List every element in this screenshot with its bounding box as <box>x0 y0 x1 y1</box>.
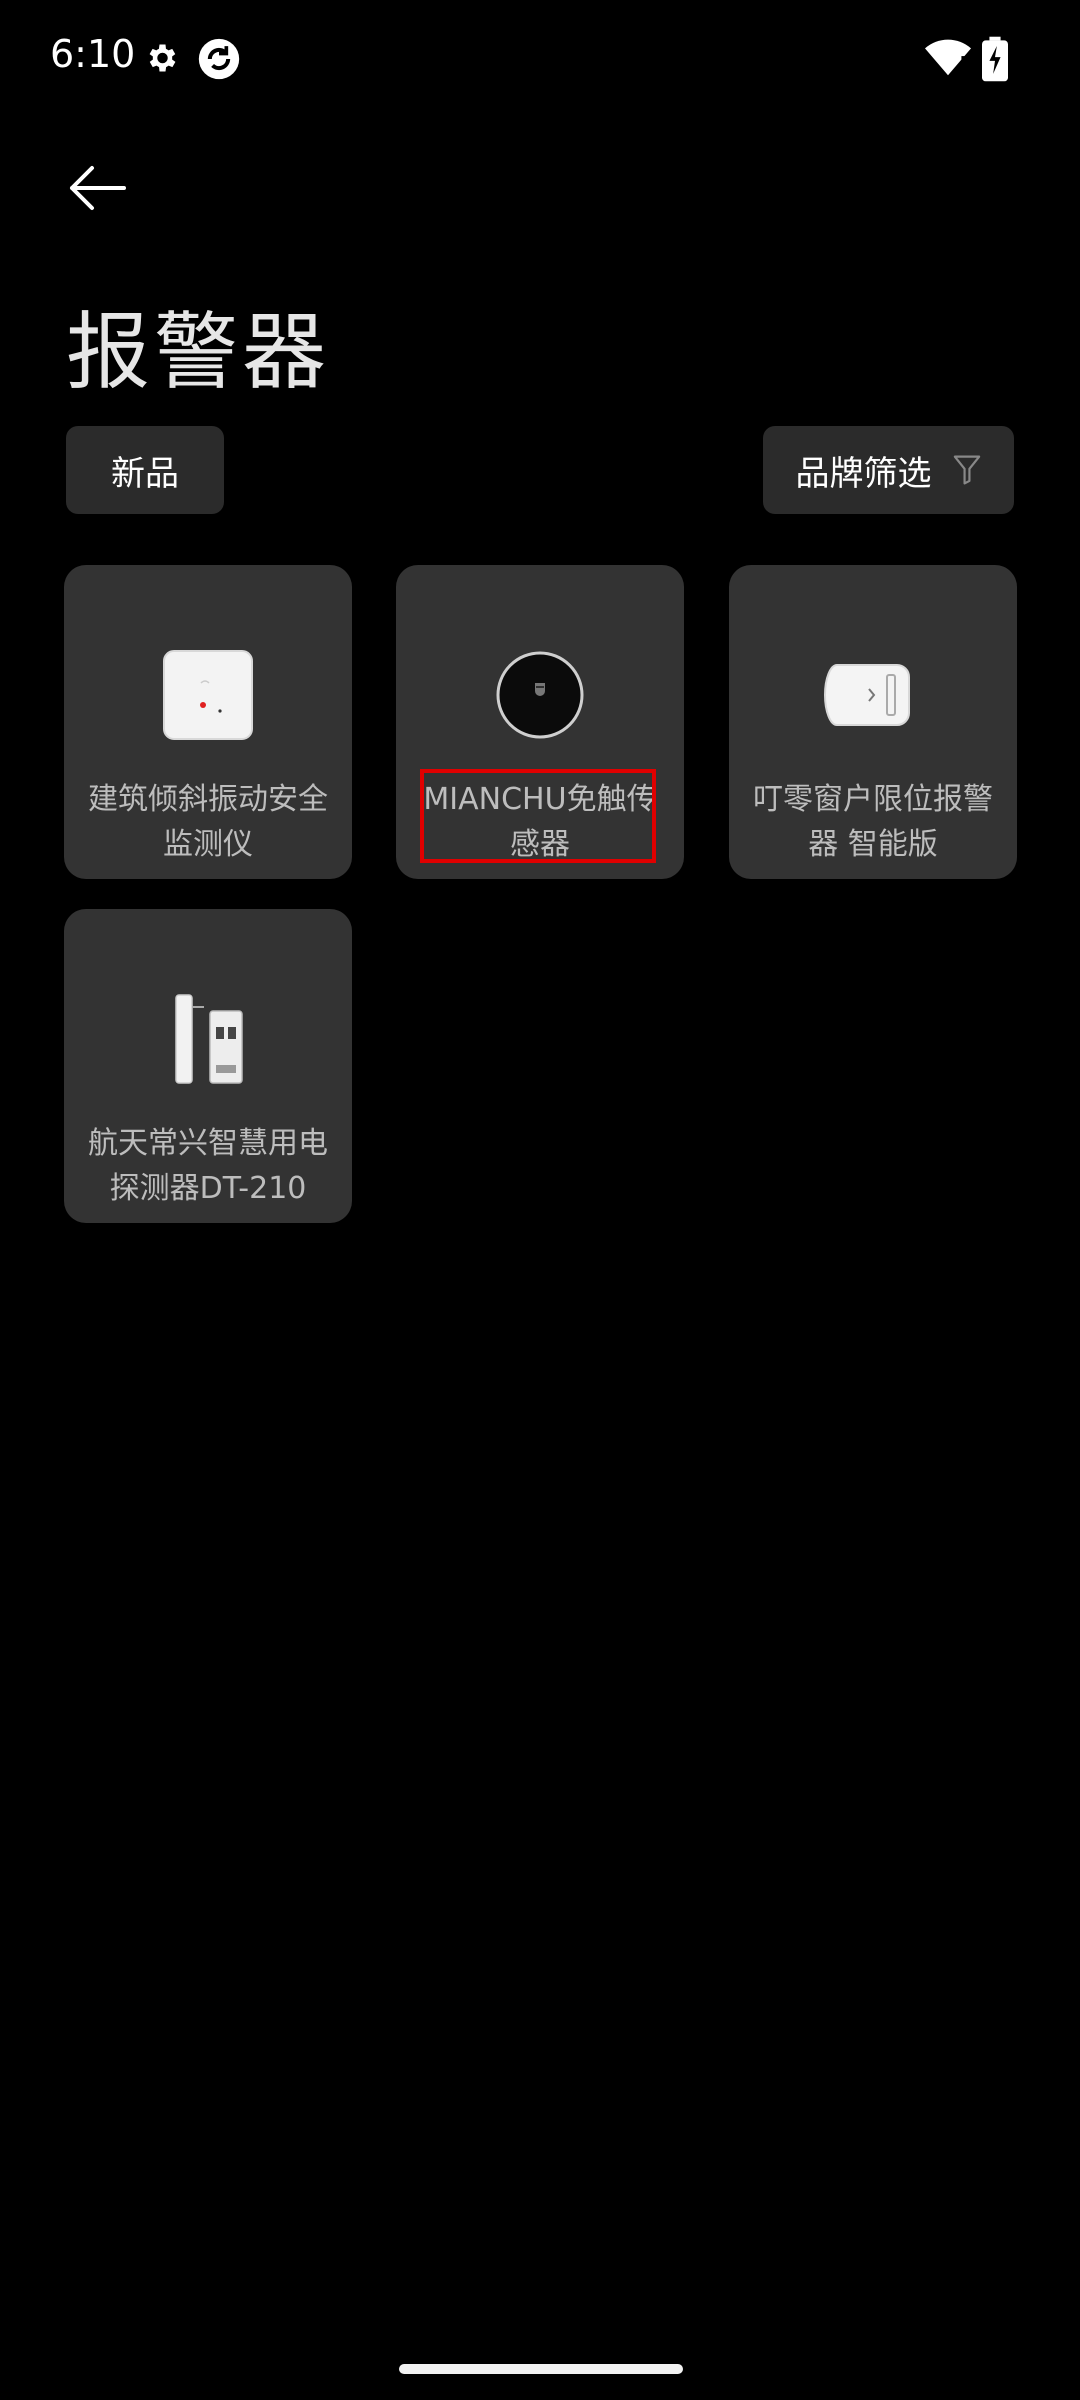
product-card[interactable]: 建筑倾斜振动安全监测仪 <box>64 565 352 879</box>
battery-icon <box>982 36 1008 82</box>
new-products-button[interactable]: 新品 <box>66 426 224 514</box>
sync-icon <box>198 38 240 80</box>
product-card[interactable]: 叮零窗户限位报警器 智能版 <box>729 565 1017 879</box>
product-name: 建筑倾斜振动安全监测仪 <box>88 782 328 862</box>
brand-filter-label: 品牌筛选 <box>795 453 932 494</box>
product-image <box>163 650 253 740</box>
selection-highlight <box>420 769 656 863</box>
home-indicator[interactable] <box>399 2364 683 2374</box>
filter-icon <box>953 455 980 485</box>
status-time: 6:10 <box>50 32 136 76</box>
status-bar: 6:10 <box>0 0 1080 120</box>
back-arrow-icon[interactable] <box>62 158 130 218</box>
product-image <box>175 994 243 1084</box>
page-title: 报警器 <box>66 303 331 401</box>
gear-icon <box>149 44 176 72</box>
wifi-icon <box>925 39 971 77</box>
new-products-label: 新品 <box>111 453 179 494</box>
product-image <box>496 651 584 739</box>
product-card[interactable]: 航天常兴智慧用电探测器DT-210 <box>64 909 352 1223</box>
product-card[interactable]: MIANCHU免触传感器 <box>396 565 684 879</box>
brand-filter-button[interactable]: 品牌筛选 <box>763 426 1014 514</box>
product-name: 叮零窗户限位报警器 智能版 <box>753 782 993 862</box>
product-image <box>824 664 910 726</box>
product-name: 航天常兴智慧用电探测器DT-210 <box>88 1126 328 1206</box>
